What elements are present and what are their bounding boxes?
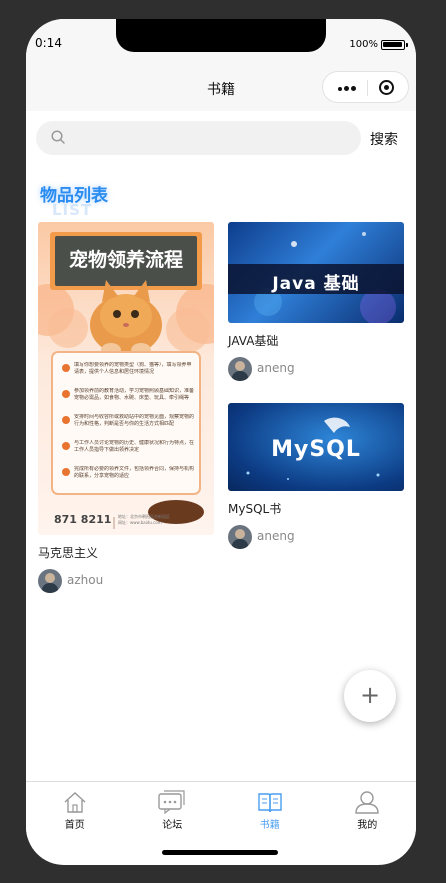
section-title: 物品列表 bbox=[40, 186, 108, 206]
poster-step: 参加领养前的教育活动，学习宠物照顾基础知识，准备宠物必需品，如食物、水碗、床垫、… bbox=[74, 388, 194, 401]
author-name: aneng bbox=[257, 529, 295, 543]
poster-step: 安排时间与收容所或救助站中的宠物见面，观察宠物的行为和性格，判断是否与你的生活方… bbox=[74, 414, 194, 427]
home-icon bbox=[64, 792, 86, 813]
item-author: aneng bbox=[228, 357, 404, 381]
avatar bbox=[228, 357, 252, 381]
tab-forum[interactable]: 论坛 bbox=[124, 782, 222, 837]
poster-step: 填写你想要领养的宠物类型（狗、猫等），填写领养申请表，提供个人信息和居住环境情况 bbox=[74, 362, 192, 375]
poster-footer: 地址：北京市朝阳区创新园区 网址：www.baidu.com bbox=[118, 514, 170, 526]
poster-step: 与工作人员讨论宠物的历史、健康状况和行为特点，在工作人员指导下做出领养决定 bbox=[74, 440, 194, 453]
forum-icon bbox=[158, 790, 185, 814]
item-name[interactable]: 马克思主义 bbox=[38, 544, 214, 561]
avatar bbox=[38, 569, 62, 593]
poster-step: 完成所有必要的领养文件，包括领养合同，保持与机构的联系，分享宠物的适应 bbox=[74, 466, 194, 479]
search-input[interactable] bbox=[76, 127, 346, 149]
user-icon bbox=[355, 791, 379, 814]
poster-phone: 871 8211 bbox=[54, 513, 112, 526]
home-indicator[interactable] bbox=[162, 850, 278, 855]
mysql-banner-text: MySQL bbox=[271, 437, 361, 462]
item-cover-image[interactable]: 宠物领养流程 填写你想要领养的宠物类型（狗、猫等），填写领养申请表，提供个人信息… bbox=[38, 222, 214, 535]
tab-bar: 首页 论坛 书籍 我的 bbox=[26, 781, 416, 837]
camera-notch bbox=[116, 19, 326, 52]
poster-title: 宠物领养流程 bbox=[68, 249, 183, 271]
tab-home[interactable]: 首页 bbox=[26, 782, 124, 837]
java-banner-text: Java 基础 bbox=[272, 274, 360, 294]
search-box[interactable] bbox=[36, 121, 361, 155]
tab-label: 论坛 bbox=[162, 820, 183, 831]
search-button[interactable]: 搜索 bbox=[370, 129, 398, 149]
navigation-bar: 书籍 bbox=[26, 61, 416, 111]
item-name[interactable]: JAVA基础 bbox=[228, 332, 404, 349]
item-card[interactable]: MySQL MySQL书 aneng bbox=[228, 403, 404, 549]
tab-books[interactable]: 书籍 bbox=[221, 782, 319, 837]
section-header: LIST 物品列表 bbox=[40, 181, 108, 219]
item-author: aneng bbox=[228, 525, 404, 549]
author-name: aneng bbox=[257, 361, 295, 375]
more-menu-icon[interactable] bbox=[338, 86, 358, 91]
status-time: 0:14 bbox=[35, 36, 62, 50]
item-name[interactable]: MySQL书 bbox=[228, 500, 404, 517]
search-icon bbox=[51, 130, 65, 144]
battery-icon bbox=[381, 40, 408, 50]
close-miniprogram-icon[interactable] bbox=[379, 80, 394, 95]
poster-website: 网址：www.baidu.com bbox=[118, 520, 162, 525]
poster-steps: 填写你想要领养的宠物类型（狗、猫等），填写领养申请表，提供个人信息和居住环境情况… bbox=[74, 362, 194, 492]
book-icon bbox=[258, 793, 282, 813]
battery-percent: 100% bbox=[349, 39, 378, 50]
author-name: azhou bbox=[67, 573, 104, 587]
tab-label: 首页 bbox=[64, 820, 85, 831]
add-item-button[interactable]: + bbox=[344, 670, 396, 722]
item-card[interactable]: 宠物领养流程 填写你想要领养的宠物类型（狗、猫等），填写领养申请表，提供个人信息… bbox=[38, 222, 214, 593]
tab-label: 书籍 bbox=[259, 820, 280, 831]
item-author: azhou bbox=[38, 569, 214, 593]
tab-profile[interactable]: 我的 bbox=[319, 782, 417, 837]
phone-screen: 0:14 100% 书籍 搜索 LIST 物品列表 宠物领养流程 填写你想要领养… bbox=[26, 19, 416, 865]
miniprogram-capsule bbox=[322, 71, 409, 103]
avatar bbox=[228, 525, 252, 549]
tab-label: 我的 bbox=[357, 820, 378, 831]
item-card[interactable]: Java 基础 JAVA基础 aneng bbox=[228, 222, 404, 381]
item-cover-image[interactable]: Java 基础 bbox=[228, 222, 404, 323]
item-cover-image[interactable]: MySQL bbox=[228, 403, 404, 491]
